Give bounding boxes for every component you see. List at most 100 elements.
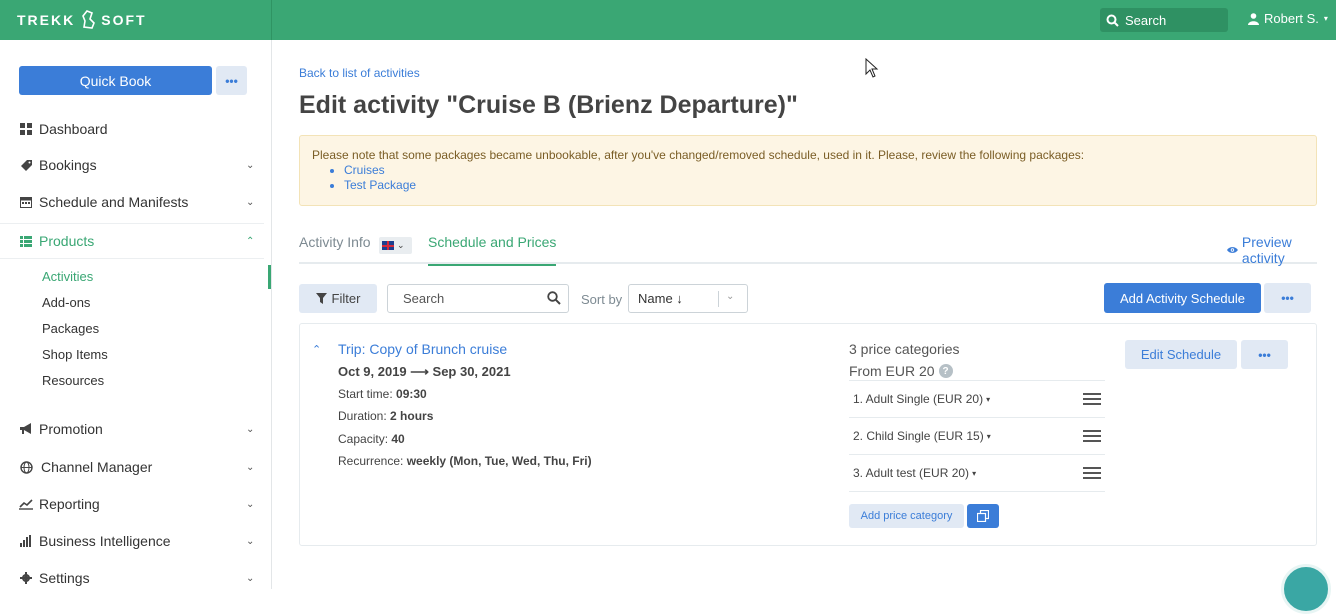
back-to-list-link[interactable]: Back to list of activities <box>299 66 420 80</box>
sidebar-subitem-activities[interactable]: Activities <box>42 269 93 284</box>
start-time-value: 09:30 <box>396 387 427 401</box>
help-icon[interactable]: ? <box>938 364 953 378</box>
sidebar-item-label: Products <box>39 233 95 249</box>
sidebar-item-label: Promotion <box>39 421 103 437</box>
price-list-divider <box>849 491 1105 492</box>
sidebar-item-label: Channel Manager <box>41 459 153 475</box>
price-category-label: 3. Adult test (EUR 20) <box>853 466 970 480</box>
eye-icon <box>1227 247 1238 253</box>
recurrence-label: Recurrence: <box>338 454 404 468</box>
trip-date-range: Oct 9, 2019 ⟶ Sep 30, 2021 <box>338 364 511 379</box>
uk-flag-icon <box>382 241 394 250</box>
main-content: Back to list of activities Edit activity… <box>272 40 1336 589</box>
sidebar-item-label: Dashboard <box>39 121 108 137</box>
nav-divider <box>0 223 264 224</box>
search-input[interactable]: Search <box>387 284 569 313</box>
sidebar-item-products[interactable]: Products ⌃ <box>0 226 271 256</box>
chevron-down-icon: ⌄ <box>246 423 255 435</box>
preview-label: Preview activity <box>1241 234 1292 266</box>
trip-title-link[interactable]: Trip: Copy of Brunch cruise <box>338 341 507 357</box>
add-price-category-button[interactable]: Add price category <box>849 504 964 528</box>
sidebar-item-label: Schedule and Manifests <box>39 194 189 210</box>
package-link-test-package[interactable]: Test Package <box>344 178 1304 193</box>
chevron-down-icon: ⌄ <box>397 240 405 250</box>
global-search[interactable]: Search <box>1100 8 1228 32</box>
mouse-cursor-icon <box>865 58 879 78</box>
global-search-label: Search <box>1125 12 1167 28</box>
line-chart-icon <box>19 497 33 511</box>
price-category-row[interactable]: 1. Adult Single (EUR 20) ▾ <box>849 380 1105 417</box>
language-selector[interactable]: ⌄ <box>379 237 412 254</box>
capacity-label: Capacity: <box>338 432 389 446</box>
search-icon <box>547 291 561 305</box>
quick-book-button[interactable]: Quick Book <box>19 66 212 95</box>
list-icon <box>19 234 33 248</box>
sidebar-subitem-resources[interactable]: Resources <box>42 373 104 388</box>
sidebar-item-schedule[interactable]: Schedule and Manifests ⌄ <box>0 187 271 217</box>
chevron-down-icon: ⌄ <box>246 461 255 473</box>
sidebar-item-bookings[interactable]: Bookings ⌄ <box>0 150 271 180</box>
chat-widget-button[interactable] <box>1281 564 1331 614</box>
calendar-icon <box>19 195 33 209</box>
sidebar-item-business-intelligence[interactable]: Business Intelligence ⌄ <box>0 526 271 556</box>
edit-schedule-button[interactable]: Edit Schedule <box>1125 340 1237 369</box>
quick-book-more-button[interactable]: ••• <box>216 66 247 95</box>
sidebar-item-label: Settings <box>39 570 90 586</box>
schedule-more-button[interactable]: ••• <box>1241 340 1288 369</box>
trekksoft-logo[interactable]: TREKK SOFT <box>17 10 147 30</box>
top-bar: TREKK SOFT Search Robert S. ▾ <box>0 0 1336 40</box>
price-from-row: From EUR 20 ? <box>849 363 953 379</box>
chevron-down-icon: ⌄ <box>246 498 255 510</box>
package-link-cruises[interactable]: Cruises <box>344 163 1304 178</box>
sidebar-subitem-addons[interactable]: Add-ons <box>42 295 90 310</box>
schedule-card: ⌃ Trip: Copy of Brunch cruise Oct 9, 201… <box>299 323 1317 546</box>
tab-label: Schedule and Prices <box>428 234 557 250</box>
sidebar-item-dashboard[interactable]: Dashboard <box>0 114 271 144</box>
chevron-up-icon: ⌃ <box>246 235 255 247</box>
duration-row: Duration: 2 hours <box>338 409 433 423</box>
drag-handle-icon[interactable] <box>1083 430 1101 445</box>
bar-chart-icon <box>19 534 33 548</box>
filter-button[interactable]: Filter <box>299 284 377 313</box>
sidebar-item-label: Bookings <box>39 157 97 173</box>
search-icon <box>1106 14 1119 27</box>
sidebar-item-reporting[interactable]: Reporting ⌄ <box>0 489 271 519</box>
recurrence-value: weekly (Mon, Tue, Wed, Thu, Fri) <box>406 454 592 468</box>
drag-handle-icon[interactable] <box>1083 393 1101 408</box>
boot-icon <box>82 10 96 29</box>
caret-down-icon: ▾ <box>986 394 991 404</box>
sort-select[interactable]: Name ↓ ⌄ <box>628 284 748 313</box>
drag-handle-icon[interactable] <box>1083 467 1101 482</box>
sidebar-subitem-packages[interactable]: Packages <box>42 321 99 336</box>
sidebar-subitem-shop-items[interactable]: Shop Items <box>42 347 108 362</box>
user-menu[interactable]: Robert S. ▾ <box>1248 11 1328 26</box>
chevron-down-icon: ⌄ <box>246 572 255 584</box>
sidebar: Quick Book ••• Dashboard Bookings ⌄ Sche… <box>0 40 272 589</box>
chevron-up-icon[interactable]: ⌃ <box>312 343 321 356</box>
preview-activity-link[interactable]: Preview activity <box>1227 234 1317 266</box>
chevron-down-icon: ⌄ <box>246 159 255 171</box>
tab-activity-info[interactable]: Activity Info ⌄ <box>299 234 412 264</box>
ellipsis-icon: ••• <box>1281 291 1294 305</box>
chevron-down-icon: ⌄ <box>246 196 255 208</box>
price-category-label: 1. Adult Single (EUR 20) <box>853 392 984 406</box>
sidebar-item-label: Reporting <box>39 496 100 512</box>
price-category-row[interactable]: 3. Adult test (EUR 20) ▾ <box>849 454 1105 491</box>
copy-button[interactable] <box>967 504 999 528</box>
caret-down-icon: ▾ <box>972 468 977 478</box>
price-category-count: 3 price categories <box>849 341 960 357</box>
sidebar-item-channel-manager[interactable]: Channel Manager ⌄ <box>0 452 271 482</box>
caret-down-icon: ▾ <box>986 431 991 441</box>
alert-text: Please note that some packages became un… <box>312 148 1085 162</box>
tab-schedule-and-prices[interactable]: Schedule and Prices <box>428 234 557 266</box>
recurrence-row: Recurrence: weekly (Mon, Tue, Wed, Thu, … <box>338 454 592 468</box>
capacity-row: Capacity: 40 <box>338 432 405 446</box>
sidebar-item-promotion[interactable]: Promotion ⌄ <box>0 414 271 444</box>
more-actions-button[interactable]: ••• <box>1264 283 1311 313</box>
sidebar-item-label: Business Intelligence <box>39 533 171 549</box>
gear-icon <box>19 571 33 585</box>
chevron-down-icon: ⌄ <box>726 291 735 302</box>
page-title: Edit activity "Cruise B (Brienz Departur… <box>299 91 798 119</box>
add-activity-schedule-button[interactable]: Add Activity Schedule <box>1104 283 1261 313</box>
price-category-row[interactable]: 2. Child Single (EUR 15) ▾ <box>849 417 1105 454</box>
